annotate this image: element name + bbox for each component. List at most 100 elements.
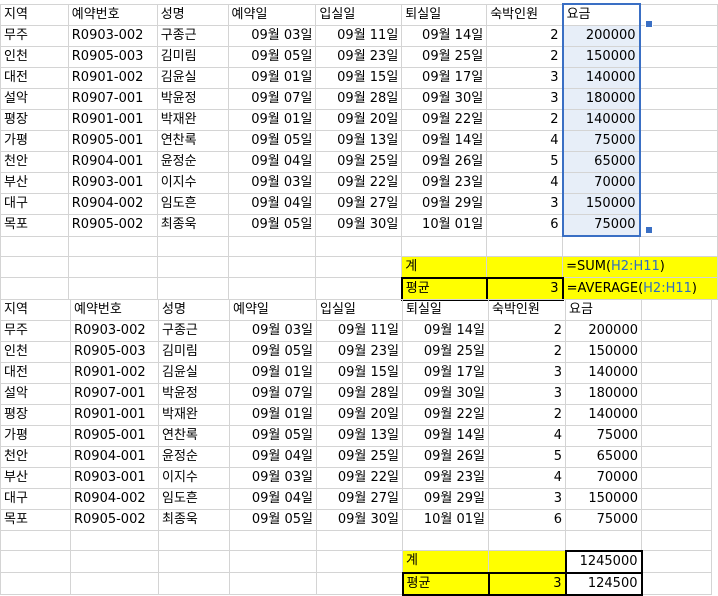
column-header-cell[interactable]: 성명 (156, 3, 229, 26)
data-cell-checkin[interactable]: 09월 20일 (315, 109, 403, 131)
data-cell-reserve[interactable]: 09월 01일 (227, 67, 317, 89)
data-cell-name[interactable]: 윤정순 (156, 151, 229, 173)
data-cell-name[interactable]: 임도흔 (156, 193, 229, 215)
empty-cell[interactable] (227, 277, 317, 300)
data-cell-checkout[interactable]: 09월 25일 (402, 341, 489, 363)
data-cell-region[interactable]: 설악 (0, 383, 71, 405)
data-cell-region[interactable]: 대전 (0, 362, 71, 384)
data-cell-checkout[interactable]: 09월 22일 (401, 109, 488, 131)
empty-cell[interactable] (402, 530, 489, 551)
data-cell-id[interactable]: R0901-001 (67, 109, 158, 131)
data-cell-people[interactable]: 4 (486, 172, 564, 194)
data-cell-region[interactable]: 인천 (0, 46, 69, 68)
data-cell-checkout[interactable]: 10월 01일 (401, 214, 488, 237)
data-cell-reserve[interactable]: 09월 05일 (227, 214, 317, 237)
data-cell-name[interactable]: 김윤실 (158, 362, 230, 384)
data-cell-name[interactable]: 이지수 (158, 467, 230, 489)
data-cell-fee[interactable]: 180000 (565, 383, 642, 405)
data-cell-people[interactable]: 3 (488, 362, 566, 384)
column-header-cell[interactable]: 예약번호 (70, 299, 159, 321)
empty-cell[interactable] (639, 172, 718, 194)
empty-cell[interactable] (316, 550, 403, 573)
empty-cell[interactable] (316, 530, 403, 551)
data-cell-checkout[interactable]: 09월 14일 (401, 25, 488, 47)
data-cell-id[interactable]: R0905-003 (67, 46, 158, 68)
data-cell-id[interactable]: R0903-002 (67, 25, 158, 47)
data-cell-checkin[interactable]: 09월 13일 (316, 425, 403, 447)
data-cell-fee[interactable]: 65000 (561, 151, 641, 173)
data-cell-reserve[interactable]: 09월 03일 (229, 320, 317, 342)
data-cell-checkout[interactable]: 09월 26일 (401, 151, 488, 173)
empty-cell[interactable] (639, 109, 718, 131)
data-cell-checkout[interactable]: 09월 26일 (402, 446, 489, 468)
average-people-cell[interactable]: 3 (487, 571, 567, 596)
empty-cell[interactable] (641, 341, 712, 363)
sum-empty-cell[interactable] (488, 550, 566, 573)
empty-cell[interactable] (315, 235, 403, 257)
data-cell-id[interactable]: R0905-003 (70, 341, 159, 363)
empty-cell[interactable] (639, 193, 718, 215)
data-cell-id[interactable]: R0905-001 (67, 130, 158, 152)
data-cell-region[interactable]: 설악 (0, 88, 69, 110)
data-cell-name[interactable]: 김윤실 (156, 67, 229, 89)
data-cell-people[interactable]: 3 (486, 67, 564, 89)
empty-cell[interactable] (67, 235, 158, 257)
data-cell-checkin[interactable]: 09월 15일 (316, 362, 403, 384)
data-cell-checkin[interactable]: 09월 28일 (315, 88, 403, 110)
data-cell-id[interactable]: R0904-001 (67, 151, 158, 173)
data-cell-fee[interactable]: 150000 (561, 193, 641, 215)
data-cell-fee[interactable]: 200000 (561, 25, 641, 47)
average-value-cell[interactable]: 124500 (564, 571, 643, 596)
empty-cell[interactable] (67, 277, 158, 300)
data-cell-checkin[interactable]: 09월 25일 (315, 151, 403, 173)
empty-cell[interactable] (158, 572, 230, 595)
data-cell-checkin[interactable]: 09월 11일 (315, 25, 403, 47)
selection-fill-handle-top[interactable] (645, 20, 653, 28)
empty-cell[interactable] (641, 362, 712, 384)
empty-cell[interactable] (641, 509, 712, 531)
data-cell-region[interactable]: 목포 (0, 509, 71, 531)
data-cell-id[interactable]: R0903-001 (70, 467, 159, 489)
column-header-cell[interactable]: 퇴실일 (401, 3, 488, 26)
empty-cell[interactable] (639, 46, 718, 68)
empty-cell[interactable] (641, 446, 712, 468)
data-cell-id[interactable]: R0904-001 (70, 446, 159, 468)
empty-cell[interactable] (0, 277, 69, 300)
empty-cell[interactable] (641, 299, 712, 321)
average-label-cell[interactable]: 평균 (401, 571, 490, 596)
data-cell-checkout[interactable]: 09월 25일 (401, 46, 488, 68)
empty-cell[interactable] (639, 151, 718, 173)
data-cell-id[interactable]: R0903-001 (67, 172, 158, 194)
data-cell-name[interactable]: 구종근 (158, 320, 230, 342)
column-header-cell[interactable]: 성명 (158, 299, 230, 321)
column-header-cell[interactable]: 입실일 (315, 3, 403, 26)
data-cell-checkin[interactable]: 09월 30일 (315, 214, 403, 237)
data-cell-reserve[interactable]: 09월 07일 (229, 383, 317, 405)
data-cell-people[interactable]: 4 (488, 467, 566, 489)
data-cell-checkout[interactable]: 09월 29일 (401, 193, 488, 215)
data-cell-reserve[interactable]: 09월 05일 (229, 425, 317, 447)
sum-value-cell[interactable]: 1245000 (564, 549, 643, 574)
data-cell-fee[interactable]: 150000 (565, 488, 642, 510)
data-cell-name[interactable]: 임도흔 (158, 488, 230, 510)
data-cell-people[interactable]: 3 (488, 488, 566, 510)
empty-cell[interactable] (229, 572, 317, 595)
data-cell-people[interactable]: 4 (488, 425, 566, 447)
data-cell-region[interactable]: 인천 (0, 341, 71, 363)
column-header-cell[interactable]: 숙박인원 (486, 3, 564, 26)
data-cell-fee[interactable]: 75000 (561, 130, 641, 152)
data-cell-fee[interactable]: 70000 (561, 172, 641, 194)
data-cell-fee[interactable]: 70000 (565, 467, 642, 489)
data-cell-fee[interactable]: 180000 (561, 88, 641, 110)
data-cell-region[interactable]: 목포 (0, 214, 69, 237)
data-cell-region[interactable]: 무주 (0, 320, 71, 342)
average-people-cell[interactable]: 3 (485, 276, 564, 301)
empty-cell[interactable] (0, 550, 71, 573)
data-cell-region[interactable]: 부산 (0, 172, 69, 194)
data-cell-id[interactable]: R0905-001 (70, 425, 159, 447)
data-cell-checkin[interactable]: 09월 27일 (316, 488, 403, 510)
data-cell-people[interactable]: 2 (486, 46, 564, 68)
data-cell-name[interactable]: 최종욱 (156, 214, 229, 237)
data-cell-id[interactable]: R0904-002 (67, 193, 158, 215)
data-cell-people[interactable]: 4 (486, 130, 564, 152)
